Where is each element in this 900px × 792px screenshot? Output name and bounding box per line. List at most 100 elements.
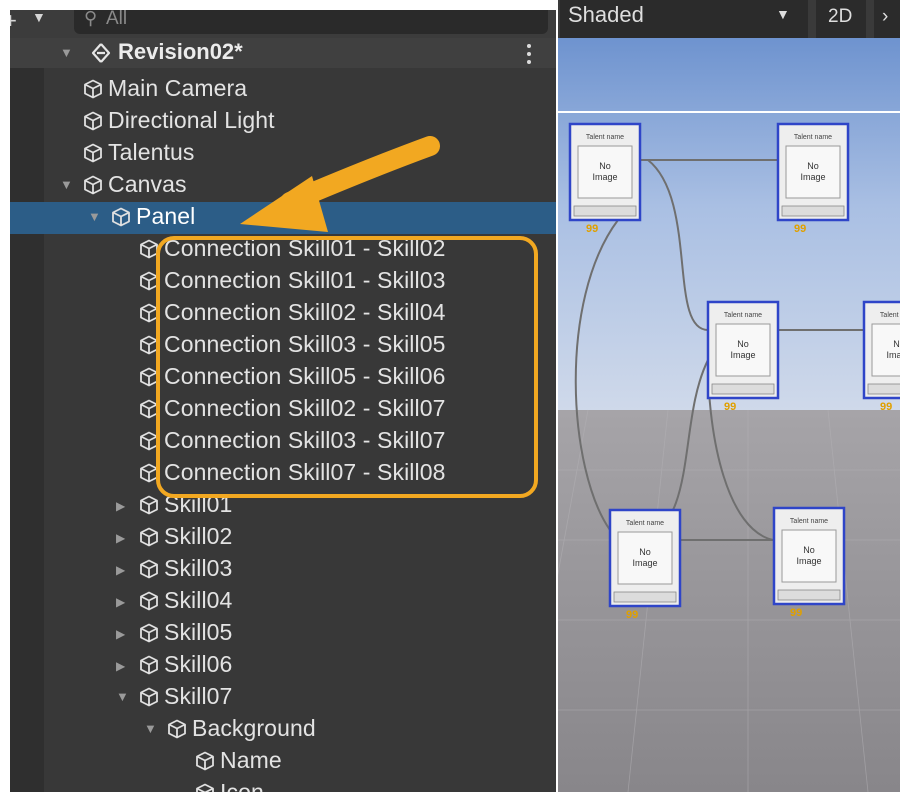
search-placeholder: All <box>106 10 128 29</box>
hierarchy-search-input[interactable]: ⚲ All <box>74 10 548 34</box>
hierarchy-item[interactable]: ▼ Skill07 <box>10 682 556 714</box>
scene-view-toolbar: Shaded ▼ 2D › <box>558 0 900 38</box>
collapsed-arrow-icon[interactable]: ▶ <box>116 532 125 545</box>
skill-card[interactable]: Talent nameNoImage99 <box>608 508 682 621</box>
collapsed-arrow-icon[interactable]: ▶ <box>116 628 125 641</box>
expand-arrow-icon[interactable]: ▼ <box>144 722 157 735</box>
skill-card-buttons[interactable] <box>711 383 775 395</box>
shading-mode-dropdown[interactable]: Shaded ▼ <box>560 0 808 38</box>
gameobject-cube-icon <box>138 430 160 452</box>
skill-card-cost: 99 <box>626 609 638 621</box>
hierarchy-item[interactable]: ▶ Skill02 <box>10 522 556 554</box>
toggle-2d-button[interactable]: 2D <box>816 0 866 38</box>
hierarchy-item[interactable]: ▼ Canvas <box>10 170 556 202</box>
hierarchy-item-label: Skill01 <box>164 491 233 517</box>
skill-card-buttons[interactable] <box>781 205 845 217</box>
hierarchy-item-label: Connection Skill02 - Skill04 <box>164 299 446 325</box>
expand-arrow-icon[interactable]: ▼ <box>116 690 129 703</box>
skill-card-title: Talent name <box>794 134 832 141</box>
gameobject-cube-icon <box>138 654 160 676</box>
hierarchy-item[interactable]: Talentus <box>10 138 556 170</box>
scene-root-row[interactable]: ▼ Revision02* <box>10 38 556 68</box>
hierarchy-item[interactable]: Connection Skill07 - Skill08 <box>10 458 556 490</box>
hierarchy-item[interactable]: Connection Skill02 - Skill04 <box>10 298 556 330</box>
hierarchy-item[interactable]: ▶ Skill05 <box>10 618 556 650</box>
hierarchy-item[interactable]: ▼ Background <box>10 714 556 746</box>
hierarchy-item[interactable]: ▶ Skill01 <box>10 490 556 522</box>
hierarchy-item[interactable]: Connection Skill03 - Skill05 <box>10 330 556 362</box>
gameobject-cube-icon <box>194 782 216 792</box>
skill-card[interactable]: Talent nameNoImage99 <box>776 122 850 235</box>
skill-card-cost: 99 <box>794 223 806 235</box>
expand-arrow-icon[interactable]: ▼ <box>60 46 73 59</box>
scene-viewport[interactable]: Talent nameNo Image99 Talent nameNo Image99… <box>558 38 900 792</box>
hierarchy-item[interactable]: Connection Skill05 - Skill06 <box>10 362 556 394</box>
gameobject-cube-icon <box>82 78 104 100</box>
collapsed-arrow-icon[interactable]: ▶ <box>116 596 125 609</box>
gameobject-cube-icon <box>138 398 160 420</box>
unity-editor-screenshot: + ▼ ⚲ All ▼ Revision02* Main Camera Direc… <box>0 0 900 792</box>
hierarchy-item[interactable]: Connection Skill03 - Skill07 <box>10 426 556 458</box>
skill-card[interactable]: Talent nameNoImage99 <box>706 300 780 413</box>
skill-card-cost: 99 <box>880 401 892 413</box>
search-icon: ⚲ <box>84 10 98 28</box>
hierarchy-item[interactable]: Main Camera <box>10 74 556 106</box>
gameobject-cube-icon <box>138 270 160 292</box>
hierarchy-panel: + ▼ ⚲ All ▼ Revision02* Main Camera Direc… <box>10 10 556 792</box>
hierarchy-item-label: Icon <box>220 779 264 792</box>
hierarchy-item[interactable]: Icon <box>10 778 556 792</box>
skill-card-buttons[interactable] <box>867 383 900 395</box>
hierarchy-item-label: Connection Skill01 - Skill02 <box>164 235 446 261</box>
scene-name: Revision02* <box>118 39 243 64</box>
collapsed-arrow-icon[interactable]: ▶ <box>116 564 125 577</box>
expand-arrow-icon[interactable]: ▼ <box>88 210 101 223</box>
hierarchy-item-label: Name <box>220 747 282 773</box>
skill-card[interactable]: Talent nameNoImage99 <box>862 300 900 413</box>
gameobject-cube-icon <box>138 334 160 356</box>
hierarchy-item-label: Connection Skill05 - Skill06 <box>164 363 446 389</box>
gameobject-cube-icon <box>138 558 160 580</box>
hierarchy-toolbar: + ▼ ⚲ All <box>10 10 556 38</box>
kebab-menu-icon[interactable] <box>524 40 534 66</box>
gameobject-cube-icon <box>110 206 132 228</box>
scene-toolbar-button[interactable]: › <box>874 0 900 38</box>
add-object-dropdown[interactable]: + ▼ <box>10 10 54 38</box>
skill-card[interactable]: Talent nameNoImage99 <box>568 122 642 235</box>
hierarchy-item-label: Connection Skill07 - Skill08 <box>164 459 446 485</box>
scene-toolbar-glyph-icon: › <box>882 6 889 27</box>
hierarchy-item[interactable]: Connection Skill01 - Skill02 <box>10 234 556 266</box>
hierarchy-item-label: Connection Skill01 - Skill03 <box>164 267 446 293</box>
gameobject-cube-icon <box>138 590 160 612</box>
hierarchy-item-label: Skill04 <box>164 587 233 613</box>
collapsed-arrow-icon[interactable]: ▶ <box>116 500 125 513</box>
hierarchy-item[interactable]: ▶ Skill03 <box>10 554 556 586</box>
hierarchy-item[interactable]: Connection Skill02 - Skill07 <box>10 394 556 426</box>
hierarchy-item-label: Skill06 <box>164 651 233 677</box>
unity-scene-icon <box>90 42 112 64</box>
gameobject-cube-icon <box>82 174 104 196</box>
skill-card-buttons[interactable] <box>777 589 841 601</box>
hierarchy-item-label: Talentus <box>108 139 195 165</box>
skill-card[interactable]: Talent nameNoImage99 <box>772 506 846 619</box>
collapsed-arrow-icon[interactable]: ▶ <box>116 660 125 673</box>
hierarchy-item-label: Connection Skill03 - Skill05 <box>164 331 446 357</box>
hierarchy-item[interactable]: Connection Skill01 - Skill03 <box>10 266 556 298</box>
hierarchy-item[interactable]: Directional Light <box>10 106 556 138</box>
gameobject-cube-icon <box>138 302 160 324</box>
scene-view-panel[interactable]: Shaded ▼ 2D › Talent name No Image 99 Ta… <box>558 0 900 792</box>
hierarchy-item-label: Skill03 <box>164 555 233 581</box>
skill-card-buttons[interactable] <box>573 205 637 217</box>
hierarchy-item-label: Connection Skill03 - Skill07 <box>164 427 446 453</box>
hierarchy-item-label: Main Camera <box>108 75 248 101</box>
hierarchy-item[interactable]: ▶ Skill06 <box>10 650 556 682</box>
skill-card-buttons[interactable] <box>613 591 677 603</box>
dropdown-caret-icon: ▼ <box>32 10 46 25</box>
hierarchy-item[interactable]: ▶ Skill04 <box>10 586 556 618</box>
hierarchy-item[interactable]: Name <box>10 746 556 778</box>
expand-arrow-icon[interactable]: ▼ <box>60 178 73 191</box>
skill-card-title: Talent name <box>586 134 624 141</box>
hierarchy-item[interactable]: ▼ Panel <box>10 202 556 234</box>
skill-card-title: Talent name <box>724 312 762 319</box>
skill-card-title: Talent name <box>626 520 664 527</box>
skill-card-cost: 99 <box>586 223 598 235</box>
